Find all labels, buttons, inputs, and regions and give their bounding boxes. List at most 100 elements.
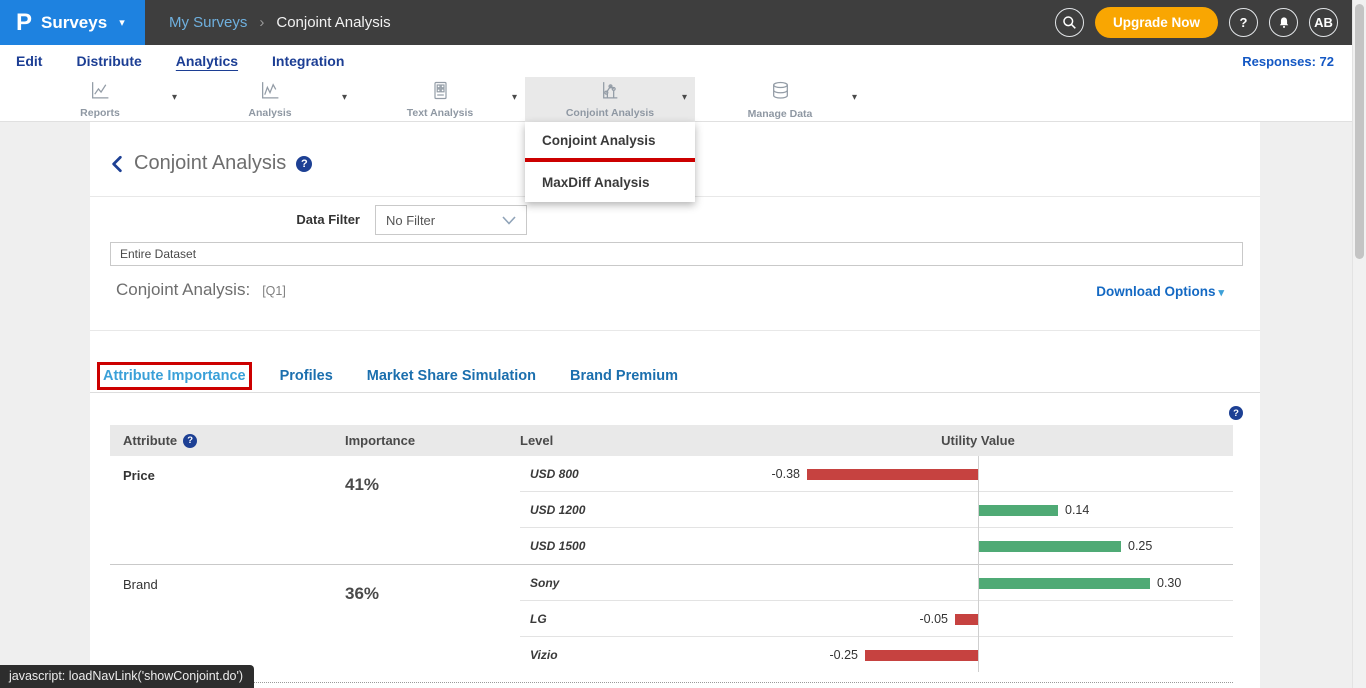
tab-profiles[interactable]: Profiles: [280, 368, 333, 384]
utility-bar: [955, 614, 978, 625]
column-header-importance: Importance: [345, 433, 415, 448]
column-header-utility-value: Utility Value: [908, 433, 1048, 448]
bell-icon: [1277, 16, 1291, 30]
caret-down-icon[interactable]: ▾: [682, 92, 687, 103]
nav-item-analytics[interactable]: Analytics: [176, 53, 238, 69]
download-options-button[interactable]: Download Options▾: [1096, 284, 1224, 299]
level-label: Vizio: [530, 648, 558, 662]
database-icon: [770, 80, 791, 107]
utility-bar: [807, 469, 978, 480]
toolbar-item-conjoint-analysis[interactable]: Conjoint Analysis ▾: [525, 77, 695, 122]
level-row-usd-1200: USD 1200 0.14: [520, 492, 1233, 528]
toolbar-item-reports[interactable]: Reports▾: [15, 77, 185, 122]
utility-bar: [978, 541, 1121, 552]
page-help-icon[interactable]: ?: [296, 156, 312, 172]
caret-down-icon[interactable]: ▾: [852, 92, 857, 103]
chevron-down-icon: [502, 216, 516, 225]
top-bar: P Surveys ▾ My Surveys › Conjoint Analys…: [0, 0, 1366, 45]
conjoint-chart-icon: [599, 80, 621, 106]
attribute-importance-table: Attribute ? Importance Level Utility Val…: [110, 425, 1233, 683]
chevron-down-icon: ▾: [119, 16, 125, 29]
level-label: USD 1200: [530, 503, 585, 517]
attribute-group-price: Price 41% USD 800-0.38 USD 1200 0.14 USD 1500…: [110, 456, 1233, 564]
breadcrumb: My Surveys › Conjoint Analysis: [169, 14, 391, 31]
caret-down-icon[interactable]: ▾: [342, 92, 347, 103]
help-button[interactable]: ?: [1229, 8, 1258, 37]
download-options-label: Download Options: [1096, 284, 1215, 299]
caret-down-icon[interactable]: ▾: [512, 92, 517, 103]
back-chevron-icon[interactable]: [110, 155, 124, 173]
toolbar-item-analysis[interactable]: Analysis ▾: [185, 77, 355, 122]
vertical-scrollbar[interactable]: [1352, 0, 1366, 688]
menu-item-conjoint-analysis[interactable]: Conjoint Analysis: [525, 122, 695, 158]
utility-value-label: 0.30: [1157, 576, 1181, 590]
utility-bar: [978, 578, 1150, 589]
question-code: [Q1]: [262, 284, 286, 298]
level-row-lg: LG -0.05: [520, 601, 1233, 637]
table-body: Price 41% USD 800-0.38 USD 1200 0.14 USD 1500…: [110, 456, 1233, 673]
divider: [90, 330, 1260, 331]
toolbar-item-label: Conjoint Analysis: [566, 107, 654, 119]
toolbar-item-label: Analysis: [248, 107, 291, 119]
level-label: USD 800: [530, 467, 579, 481]
text-analysis-icon: [430, 80, 450, 106]
dataset-field[interactable]: Entire Dataset: [110, 242, 1243, 266]
nav-item-distribute[interactable]: Distribute: [76, 53, 141, 69]
analytics-toolbar: Reports▾Analysis▾Text Analysis▾Conjoint …: [0, 77, 1366, 122]
data-filter-value: No Filter: [386, 213, 435, 228]
caret-down-icon: ▾: [1218, 287, 1224, 299]
level-rows: Sony 0.30 LG -0.05 Vizio -0.25: [520, 565, 1233, 673]
utility-value-label: -0.05: [920, 612, 949, 626]
toolbar-item-manage-data[interactable]: Manage Data ▾: [695, 77, 865, 122]
section-title: Conjoint Analysis:: [116, 280, 250, 300]
level-row-sony: Sony 0.30: [520, 565, 1233, 601]
survey-nav: Edit Distribute Analytics Integration Respo…: [0, 45, 1366, 77]
level-row-usd-800: USD 800-0.38: [520, 456, 1233, 492]
attribute-help-icon[interactable]: ?: [183, 434, 197, 448]
question-icon: ?: [1240, 15, 1248, 30]
subnav-items: Edit Distribute Analytics Integration: [16, 53, 378, 69]
attribute-name: Price: [123, 468, 155, 483]
app-window: P Surveys ▾ My Surveys › Conjoint Analys…: [0, 0, 1366, 688]
brand-menu[interactable]: P Surveys ▾: [0, 0, 145, 45]
result-tabs: Attribute Importance Profiles Market Share…: [103, 360, 678, 392]
toolbar-item-text-analysis[interactable]: Text Analysis ▾: [355, 77, 525, 122]
conjoint-dropdown-menu: Conjoint Analysis MaxDiff Analysis: [525, 122, 695, 202]
search-button[interactable]: [1055, 8, 1084, 37]
toolbar-item-label: Manage Data: [748, 108, 813, 120]
data-filter-select[interactable]: No Filter: [375, 205, 527, 235]
importance-value: 36%: [345, 584, 379, 604]
level-row-usd-1500: USD 15000.25: [520, 528, 1233, 564]
level-rows: USD 800-0.38 USD 1200 0.14 USD 15000.25: [520, 456, 1233, 564]
tab-brand-premium[interactable]: Brand Premium: [570, 368, 678, 384]
divider: [90, 392, 1260, 393]
scrollbar-thumb[interactable]: [1355, 4, 1364, 259]
level-label: Sony: [530, 576, 559, 590]
column-header-attribute: Attribute ?: [123, 433, 197, 448]
tab-market-share-simulation[interactable]: Market Share Simulation: [367, 368, 536, 384]
importance-value: 41%: [345, 475, 379, 495]
attribute-name: Brand: [123, 577, 158, 592]
menu-item-maxdiff-analysis[interactable]: MaxDiff Analysis: [525, 162, 695, 202]
status-link-tooltip: javascript: loadNavLink('showConjoint.do…: [0, 665, 254, 688]
upgrade-now-button[interactable]: Upgrade Now: [1095, 7, 1218, 38]
responses-count: Responses: 72: [1242, 54, 1350, 69]
utility-value-label: -0.25: [830, 648, 859, 662]
toolbar-item-label: Text Analysis: [407, 107, 474, 119]
breadcrumb-parent-link[interactable]: My Surveys: [169, 14, 247, 31]
breadcrumb-separator-icon: ›: [259, 14, 264, 31]
page-title: Conjoint Analysis: [134, 152, 286, 175]
brand-logo: P: [16, 11, 32, 35]
nav-item-integration[interactable]: Integration: [272, 53, 344, 69]
utility-value-label: 0.14: [1065, 503, 1089, 517]
zero-axis-line: [978, 456, 979, 672]
table-help-icon[interactable]: ?: [1229, 406, 1243, 420]
caret-down-icon[interactable]: ▾: [172, 92, 177, 103]
main-content-card: Conjoint Analysis ? Data Filter No Filte…: [90, 122, 1260, 688]
avatar[interactable]: AB: [1309, 8, 1338, 37]
attribute-header-label: Attribute: [123, 433, 177, 448]
tab-attribute-importance[interactable]: Attribute Importance: [103, 368, 246, 384]
notifications-button[interactable]: [1269, 8, 1298, 37]
level-label: LG: [530, 612, 547, 626]
nav-item-edit[interactable]: Edit: [16, 53, 42, 69]
